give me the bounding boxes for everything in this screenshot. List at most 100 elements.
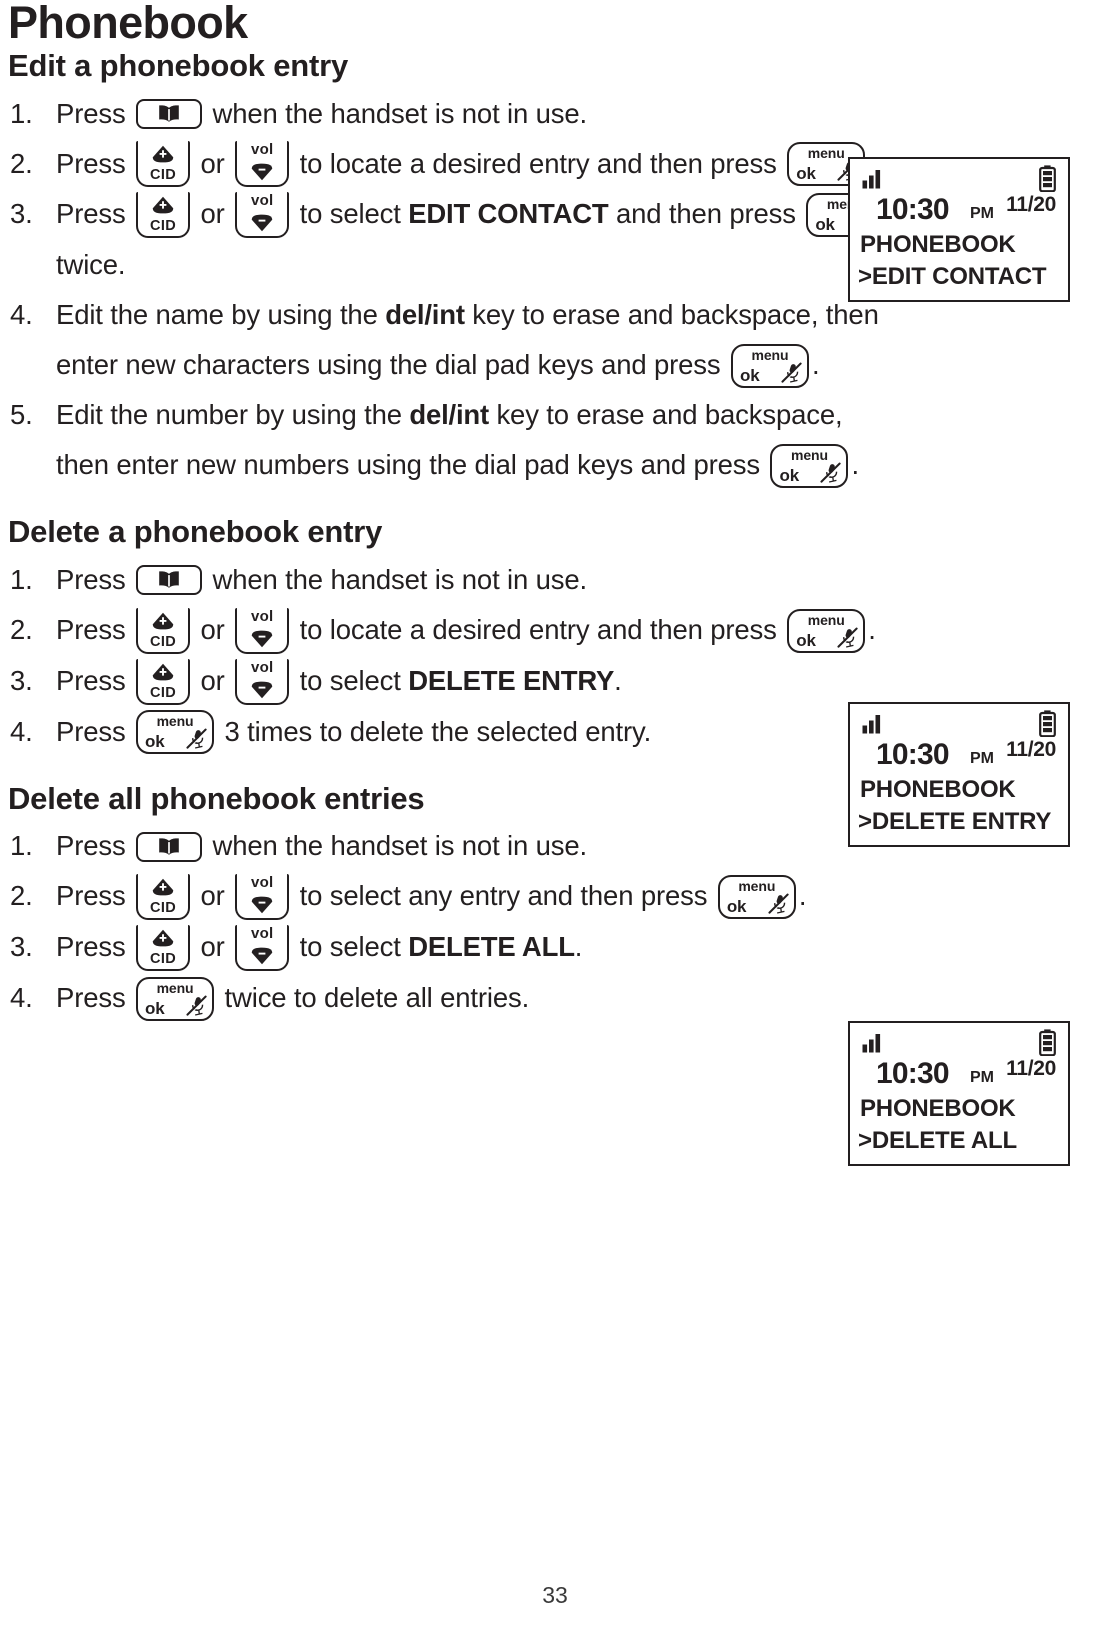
battery-icon	[1039, 1029, 1056, 1057]
step-text-run: Press	[56, 981, 134, 1013]
step-text: Press when the handset is not in use.	[56, 830, 587, 862]
step-item: 2. Press CID or vol to select any entry a…	[8, 871, 896, 922]
key-ok-label: ok	[779, 465, 800, 485]
up-triangle-icon	[152, 663, 174, 680]
lcd-date: 11/20	[1006, 738, 1056, 761]
step-text-run: Press	[56, 564, 134, 596]
step-text-run: Press	[56, 97, 134, 129]
step-number: 3.	[10, 198, 33, 230]
up-triangle-icon	[152, 146, 174, 163]
step-text-run: Press	[56, 147, 134, 179]
step-number: 4.	[10, 715, 33, 747]
key-vol-label: vol	[251, 141, 274, 159]
key-menu-ok[interactable]: menu ok	[717, 875, 796, 920]
lcd-time-row: 10:30 PM 11/20	[860, 1057, 1058, 1093]
step-emphasis: del/int	[385, 299, 465, 331]
step-text: Press when the handset is not in use.	[56, 564, 587, 596]
step-text-run: Press	[56, 715, 134, 747]
key-cid-label: CID	[149, 167, 177, 184]
down-triangle-icon	[251, 896, 273, 914]
step-text-run: and then press	[608, 198, 804, 230]
manual-page: Phonebook Edit a phonebook entry 1. Press …	[0, 0, 1110, 1629]
key-cid-up[interactable]: CID	[136, 141, 191, 188]
key-menu-ok[interactable]: menu ok	[136, 710, 215, 755]
key-menu-ok[interactable]: menu ok	[770, 443, 849, 488]
step-text-run: or	[193, 931, 233, 963]
up-triangle-icon	[152, 197, 174, 214]
lcd-ampm: PM	[970, 750, 994, 767]
key-phonebook[interactable]	[136, 831, 203, 862]
key-cid-up[interactable]: CID	[136, 192, 191, 239]
lcd-display: 10:30 PM 11/20 PHONEBOOK >EDIT CONTACT	[848, 157, 1070, 302]
key-cid-up[interactable]: CID	[136, 874, 191, 921]
key-vol-down[interactable]: vol	[235, 141, 290, 188]
key-menu-label: menu	[751, 346, 789, 363]
key-vol-down[interactable]: vol	[235, 924, 290, 971]
step-text-run: or	[193, 147, 233, 179]
step-emphasis: del/int	[409, 399, 489, 431]
step-text: Press CID or vol to select EDIT CONTACT …	[56, 192, 887, 280]
key-vol-down[interactable]: vol	[235, 658, 290, 705]
key-ok-label: ok	[145, 998, 165, 1018]
step-number: 4.	[10, 981, 33, 1013]
step-item: 4. Press menu ok 3 times to delete the sel…	[8, 707, 896, 757]
mute-microphone-icon	[768, 893, 789, 915]
signal-bars-icon	[862, 1034, 881, 1053]
down-triangle-icon	[251, 630, 273, 648]
step-emphasis: DELETE ALL	[408, 931, 575, 963]
key-ok-label: ok	[145, 732, 165, 752]
down-triangle-icon	[251, 947, 273, 965]
up-triangle-icon	[152, 612, 174, 630]
key-phonebook[interactable]	[136, 98, 203, 129]
step-item: 1. Press when the handset is not in use.	[8, 821, 896, 871]
step-text-run: when the handset is not in use.	[205, 97, 588, 129]
step-number: 2.	[10, 880, 33, 912]
page-title: Phonebook	[8, 0, 248, 48]
key-cid-up[interactable]: CID	[136, 607, 191, 654]
key-menu-label: menu	[791, 446, 828, 463]
key-cid-up[interactable]: CID	[136, 658, 191, 705]
down-triangle-icon	[251, 681, 273, 698]
key-cid-label: CID	[149, 950, 177, 967]
step-text: Press CID or vol to locate a desired ent…	[56, 607, 876, 654]
key-vol-label: vol	[251, 658, 274, 676]
battery-icon	[1039, 710, 1056, 738]
key-vol-down[interactable]: vol	[235, 192, 290, 239]
key-cid-label: CID	[149, 684, 177, 701]
lcd-display: 10:30 PM 11/20 PHONEBOOK >DELETE ENTRY	[848, 702, 1070, 847]
step-text-run: to locate a desired entry and then press	[292, 614, 785, 646]
key-vol-down[interactable]: vol	[235, 874, 290, 921]
lcd-time: 10:30	[876, 193, 950, 226]
step-text-run: .	[798, 880, 807, 912]
key-cid-label: CID	[149, 633, 177, 650]
key-cid-up[interactable]: CID	[136, 924, 191, 971]
signal-bars-icon	[862, 170, 881, 189]
open-book-icon	[159, 105, 179, 122]
key-menu-ok[interactable]: menu ok	[731, 343, 809, 388]
step-text: Press CID or vol to select DELETE ENTRY.	[56, 658, 622, 705]
key-menu-ok[interactable]: menu ok	[787, 608, 866, 653]
step-text-run: to select	[292, 931, 409, 963]
key-ok-label: ok	[740, 365, 760, 385]
step-text-run: 3 times to delete the selected entry.	[217, 715, 652, 747]
up-triangle-icon	[152, 878, 174, 896]
mute-microphone-icon	[781, 362, 802, 383]
open-book-icon	[159, 837, 179, 855]
signal-bars-icon	[862, 715, 881, 734]
key-menu-label: menu	[156, 713, 194, 730]
step-emphasis: EDIT CONTACT	[408, 198, 609, 230]
step-text-run: Press	[56, 614, 134, 646]
step-text-run: or	[193, 664, 233, 696]
step-number: 3.	[10, 664, 33, 696]
key-vol-down[interactable]: vol	[235, 607, 290, 654]
key-menu-label: menu	[738, 878, 776, 895]
step-text-run: .	[868, 614, 876, 646]
step-text-run: Edit the name by using the	[56, 299, 386, 331]
lcd-menu-title: PHONEBOOK	[860, 776, 1016, 803]
step-number: 1.	[10, 830, 33, 862]
step-text-run: Press	[56, 198, 134, 230]
key-ok-label: ok	[796, 164, 816, 184]
key-menu-ok[interactable]: menu ok	[136, 976, 215, 1021]
signal-bars-icon	[862, 169, 888, 189]
key-phonebook[interactable]	[136, 565, 203, 596]
